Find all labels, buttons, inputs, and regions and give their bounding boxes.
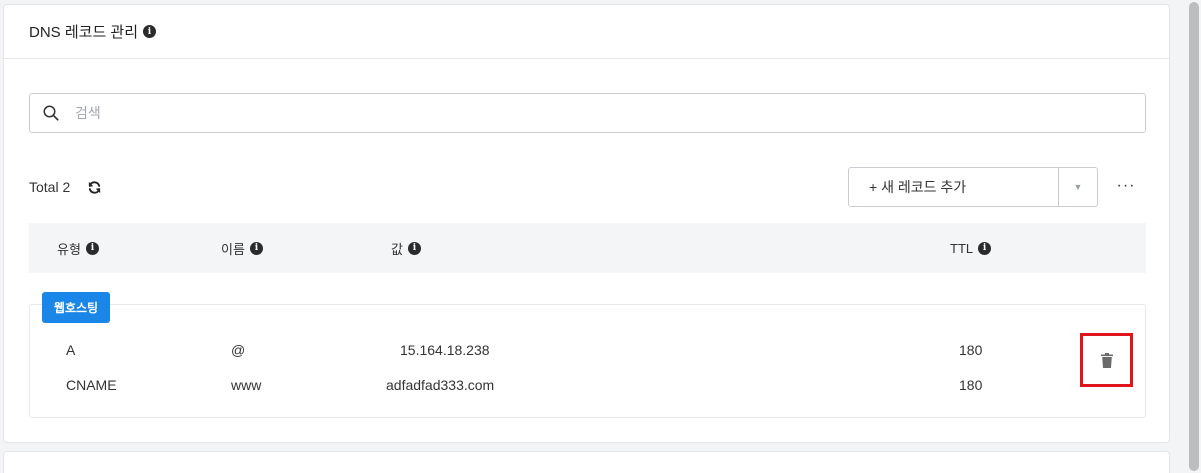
info-icon[interactable]: i xyxy=(249,241,263,255)
record-type: CNAME xyxy=(66,377,117,393)
record-type: A xyxy=(66,342,76,358)
total-count: Total 2 xyxy=(29,179,102,195)
total-label: Total 2 xyxy=(29,179,71,195)
record-group: 웹호스팅 A @ 15.164.18.238 180 CNAME www adf… xyxy=(29,292,1146,418)
add-record-button-group: + 새 레코드 추가 ▼ xyxy=(848,167,1098,207)
next-card xyxy=(3,451,1170,473)
more-icon: ··· xyxy=(1116,177,1136,194)
record-ttl: 180 xyxy=(959,377,983,393)
column-header-label: 유형 xyxy=(57,241,81,257)
record-value: adfadfad333.com xyxy=(386,377,495,393)
refresh-icon[interactable] xyxy=(87,180,102,195)
column-header-name: 이름 i xyxy=(221,223,263,273)
scrollbar[interactable] xyxy=(1188,0,1201,473)
more-options-button[interactable]: ··· xyxy=(1115,175,1137,197)
delete-group-button[interactable] xyxy=(1080,333,1133,387)
info-icon[interactable]: i xyxy=(143,25,157,38)
scrollbar-thumb[interactable] xyxy=(1189,2,1199,471)
card-title: DNS 레코드 관리 xyxy=(29,24,139,41)
record-ttl: 180 xyxy=(959,342,983,358)
column-header-label: 값 xyxy=(391,241,403,257)
record-value: 15.164.18.238 xyxy=(400,342,490,358)
column-header-label: TTL xyxy=(950,240,974,256)
trash-icon xyxy=(1100,352,1113,368)
search-box[interactable] xyxy=(29,93,1146,133)
add-record-dropdown-toggle[interactable]: ▼ xyxy=(1059,168,1097,206)
group-badge: 웹호스팅 xyxy=(42,292,110,323)
column-header-type: 유형 i xyxy=(57,223,99,273)
info-icon[interactable]: i xyxy=(85,241,99,255)
record-name: www xyxy=(231,377,262,393)
info-icon[interactable]: i xyxy=(407,241,421,255)
search-icon xyxy=(43,105,59,121)
dns-records-card: DNS 레코드 관리 i Total 2 + 새 레코드 추가 ▼ ··· 유형… xyxy=(3,4,1170,443)
column-header-value: 값 i xyxy=(391,223,421,273)
info-icon[interactable]: i xyxy=(978,241,992,255)
column-header-label: 이름 xyxy=(221,241,245,257)
chevron-down-icon: ▼ xyxy=(1073,182,1083,192)
add-record-button[interactable]: + 새 레코드 추가 xyxy=(849,168,1059,206)
card-header: DNS 레코드 관리 i xyxy=(4,5,1169,59)
column-header-ttl: TTL i xyxy=(950,223,992,273)
record-name: @ xyxy=(231,342,246,358)
search-input[interactable] xyxy=(75,105,975,121)
table-header: 유형 i 이름 i 값 i TTL i xyxy=(29,223,1146,273)
